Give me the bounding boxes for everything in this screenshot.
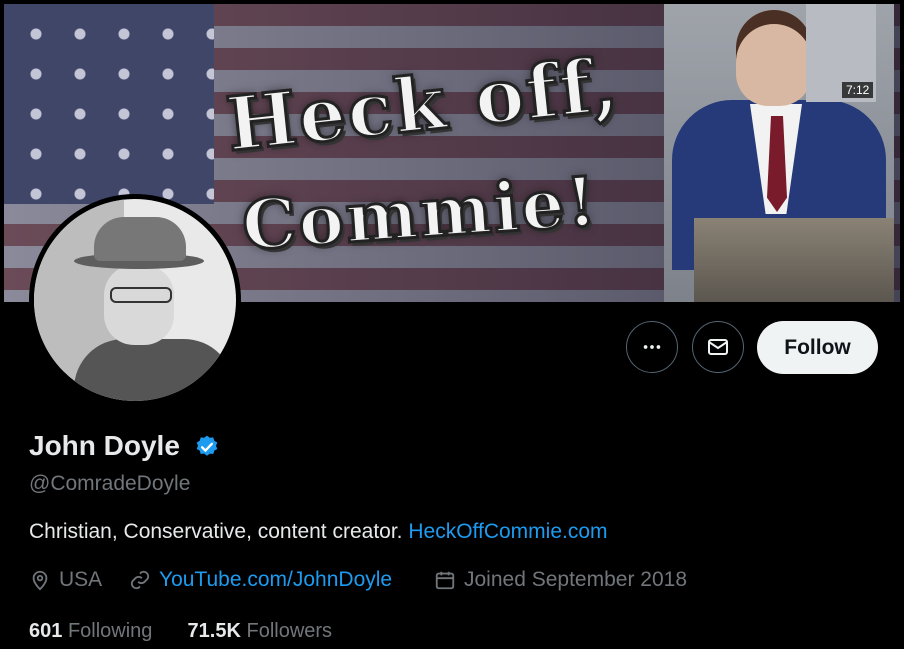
follow-stats: 601 Following 71.5K Followers: [29, 620, 332, 643]
more-options-button[interactable]: [626, 321, 678, 373]
banner-flag-stars: [4, 4, 214, 204]
profile-handle: @ComradeDoyle: [29, 472, 191, 495]
following-label: Following: [67, 620, 153, 642]
profile-bio: Christian, Conservative, content creator…: [29, 520, 608, 544]
followers-label: Followers: [246, 620, 333, 642]
avatar-image: [34, 199, 236, 401]
banner-title-line2: Commie!: [238, 160, 602, 268]
avatar[interactable]: [29, 194, 241, 406]
banner-podium: [694, 218, 894, 302]
envelope-icon: [708, 339, 728, 355]
follow-button[interactable]: Follow: [757, 321, 878, 374]
bio-link[interactable]: HeckOffCommie.com: [408, 520, 607, 543]
location: USA: [29, 568, 102, 592]
followers-stat[interactable]: 71.5K Followers: [188, 620, 333, 642]
following-count: 601: [29, 620, 63, 642]
verified-badge-icon[interactable]: [194, 434, 220, 460]
calendar-icon: [435, 571, 455, 590]
banner-video-duration: 7:12: [842, 82, 874, 98]
bio-text: Christian, Conservative, content creator…: [29, 520, 403, 543]
website[interactable]: YouTube.com/JohnDoyle: [129, 568, 392, 592]
location-text: USA: [59, 568, 103, 591]
website-link[interactable]: YouTube.com/JohnDoyle: [159, 568, 392, 592]
message-button[interactable]: [692, 321, 744, 373]
banner-title-line1: Heck off,: [221, 40, 625, 170]
join-date: Joined September 2018: [434, 568, 687, 592]
profile-name: John Doyle: [29, 430, 180, 461]
ellipsis-icon: [643, 345, 661, 349]
following-stat[interactable]: 601 Following: [29, 620, 152, 642]
join-date-text: Joined September 2018: [464, 568, 687, 591]
followers-count: 71.5K: [187, 620, 241, 642]
link-icon: [130, 570, 150, 590]
location-pin-icon: [32, 570, 48, 591]
